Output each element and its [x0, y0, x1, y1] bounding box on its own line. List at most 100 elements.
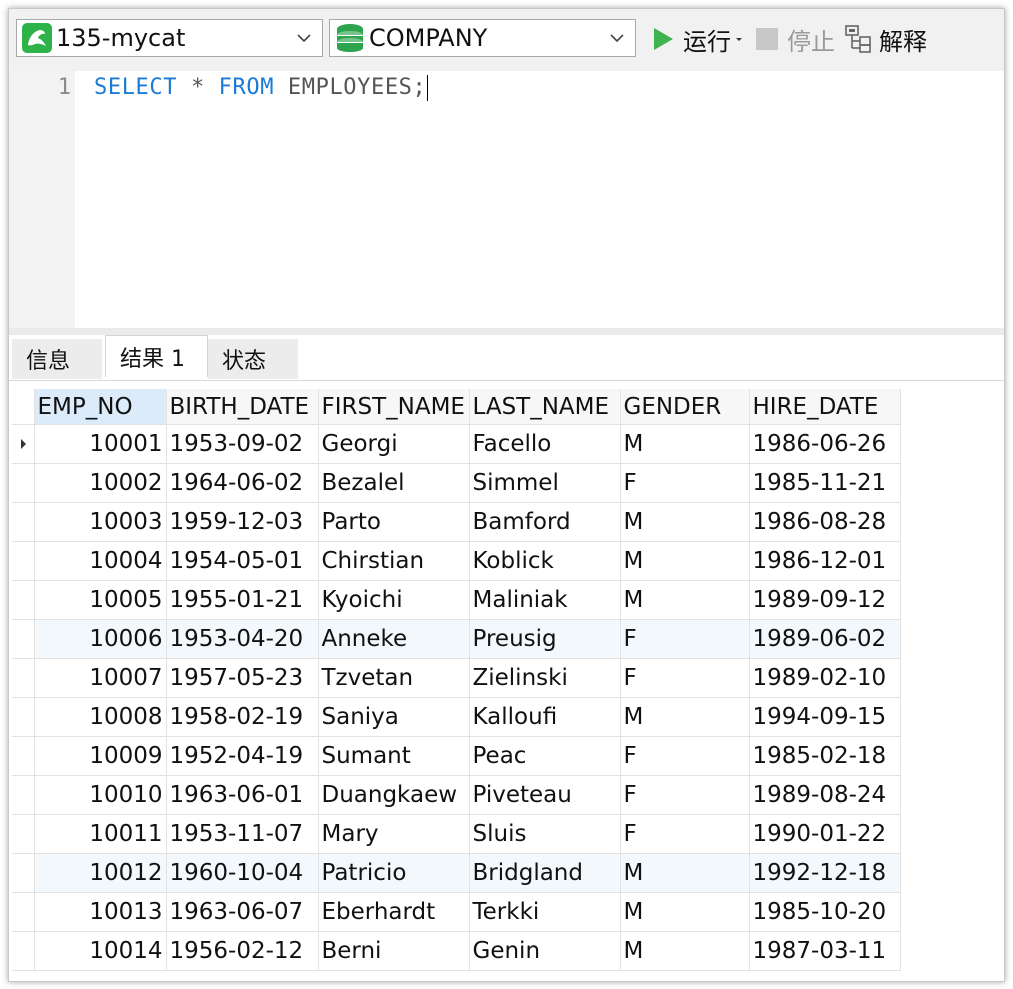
table-cell[interactable]: F: [620, 814, 750, 854]
table-cell[interactable]: Mary: [318, 814, 470, 854]
table-cell[interactable]: Bezalel: [318, 463, 470, 503]
table-cell[interactable]: Koblick: [469, 541, 621, 581]
table-cell[interactable]: Georgi: [318, 424, 470, 464]
tab-status[interactable]: 状态: [208, 339, 298, 379]
table-cell[interactable]: Kalloufi: [469, 697, 621, 737]
table-cell[interactable]: M: [620, 697, 750, 737]
pane-splitter[interactable]: [9, 328, 1004, 335]
table-cell[interactable]: Kyoichi: [318, 580, 470, 620]
column-header[interactable]: FIRST_NAME: [318, 389, 470, 425]
table-cell[interactable]: 10002: [34, 463, 167, 503]
table-row[interactable]: 10006 1953-04-20 Anneke Preusig F 1989-06-02: [12, 619, 901, 659]
row-indicator[interactable]: [12, 424, 35, 464]
table-cell[interactable]: 10003: [34, 502, 167, 542]
column-header[interactable]: EMP_NO: [34, 389, 167, 425]
table-cell[interactable]: Chirstian: [318, 541, 470, 581]
database-select[interactable]: COMPANY: [329, 19, 636, 57]
table-cell[interactable]: Simmel: [469, 463, 621, 503]
table-cell[interactable]: F: [620, 658, 750, 698]
table-cell[interactable]: 10004: [34, 541, 167, 581]
table-row[interactable]: 10011 1953-11-07 Mary Sluis F 1990-01-22: [12, 814, 901, 854]
result-grid[interactable]: EMP_NO BIRTH_DATE FIRST_NAME LAST_NAME G…: [12, 389, 901, 971]
table-cell[interactable]: Piveteau: [469, 775, 621, 815]
table-cell[interactable]: Peac: [469, 736, 621, 776]
table-cell[interactable]: 1989-09-12: [749, 580, 901, 620]
table-cell[interactable]: Maliniak: [469, 580, 621, 620]
tab-info[interactable]: 信息: [12, 339, 102, 379]
table-cell[interactable]: 1985-02-18: [749, 736, 901, 776]
table-cell[interactable]: 1989-02-10: [749, 658, 901, 698]
table-cell[interactable]: Facello: [469, 424, 621, 464]
table-cell[interactable]: Bamford: [469, 502, 621, 542]
sql-code-line[interactable]: SELECT * FROM EMPLOYEES;: [94, 75, 429, 101]
row-indicator[interactable]: [12, 814, 35, 854]
table-cell[interactable]: Berni: [318, 931, 470, 971]
table-cell[interactable]: 1963-06-01: [166, 775, 319, 815]
table-cell[interactable]: Patricio: [318, 853, 470, 893]
table-cell[interactable]: Tzvetan: [318, 658, 470, 698]
column-header[interactable]: GENDER: [620, 389, 750, 425]
table-cell[interactable]: 1953-11-07: [166, 814, 319, 854]
row-indicator[interactable]: [12, 736, 35, 776]
table-cell[interactable]: 1957-05-23: [166, 658, 319, 698]
table-row[interactable]: 10012 1960-10-04 Patricio Bridgland M 1992-12…: [12, 853, 901, 893]
table-cell[interactable]: 10010: [34, 775, 167, 815]
table-cell[interactable]: M: [620, 853, 750, 893]
column-header[interactable]: HIRE_DATE: [749, 389, 901, 425]
table-cell[interactable]: F: [620, 775, 750, 815]
row-indicator[interactable]: [12, 892, 35, 932]
table-cell[interactable]: 1964-06-02: [166, 463, 319, 503]
table-cell[interactable]: Anneke: [318, 619, 470, 659]
table-cell[interactable]: 1990-01-22: [749, 814, 901, 854]
table-cell[interactable]: 1986-12-01: [749, 541, 901, 581]
table-cell[interactable]: 10001: [34, 424, 167, 464]
table-cell[interactable]: 1989-08-24: [749, 775, 901, 815]
row-indicator[interactable]: [12, 931, 35, 971]
row-indicator[interactable]: [12, 775, 35, 815]
row-indicator[interactable]: [12, 619, 35, 659]
table-cell[interactable]: Saniya: [318, 697, 470, 737]
chevron-down-icon[interactable]: [734, 34, 744, 44]
table-cell[interactable]: 10009: [34, 736, 167, 776]
table-cell[interactable]: 1959-12-03: [166, 502, 319, 542]
table-cell[interactable]: 1994-09-15: [749, 697, 901, 737]
table-cell[interactable]: 10011: [34, 814, 167, 854]
table-cell[interactable]: 10008: [34, 697, 167, 737]
table-cell[interactable]: 1986-06-26: [749, 424, 901, 464]
table-cell[interactable]: M: [620, 541, 750, 581]
row-indicator[interactable]: [12, 658, 35, 698]
row-indicator[interactable]: [12, 502, 35, 542]
row-indicator[interactable]: [12, 580, 35, 620]
table-cell[interactable]: 1963-06-07: [166, 892, 319, 932]
table-cell[interactable]: 10007: [34, 658, 167, 698]
table-cell[interactable]: Zielinski: [469, 658, 621, 698]
table-row[interactable]: 10001 1953-09-02 Georgi Facello M 1986-06-26: [12, 424, 901, 464]
table-row[interactable]: 10004 1954-05-01 Chirstian Koblick M 1986-12-…: [12, 541, 901, 581]
table-cell[interactable]: Terkki: [469, 892, 621, 932]
sql-editor[interactable]: 1 SELECT * FROM EMPLOYEES;: [9, 71, 1004, 328]
table-cell[interactable]: M: [620, 502, 750, 542]
column-header[interactable]: LAST_NAME: [469, 389, 621, 425]
table-cell[interactable]: 1989-06-02: [749, 619, 901, 659]
table-cell[interactable]: 1986-08-28: [749, 502, 901, 542]
table-cell[interactable]: 10014: [34, 931, 167, 971]
table-cell[interactable]: 1960-10-04: [166, 853, 319, 893]
table-row[interactable]: 10005 1955-01-21 Kyoichi Maliniak M 1989-09-1…: [12, 580, 901, 620]
row-indicator[interactable]: [12, 463, 35, 503]
table-cell[interactable]: Bridgland: [469, 853, 621, 893]
table-cell[interactable]: 10013: [34, 892, 167, 932]
table-cell[interactable]: Preusig: [469, 619, 621, 659]
table-cell[interactable]: 1952-04-19: [166, 736, 319, 776]
table-cell[interactable]: F: [620, 463, 750, 503]
table-cell[interactable]: Sumant: [318, 736, 470, 776]
table-cell[interactable]: 1954-05-01: [166, 541, 319, 581]
column-header[interactable]: BIRTH_DATE: [166, 389, 319, 425]
table-cell[interactable]: 1958-02-19: [166, 697, 319, 737]
table-row[interactable]: 10008 1958-02-19 Saniya Kalloufi M 1994-09-15: [12, 697, 901, 737]
table-cell[interactable]: Eberhardt: [318, 892, 470, 932]
table-cell[interactable]: 1992-12-18: [749, 853, 901, 893]
table-cell[interactable]: 1953-04-20: [166, 619, 319, 659]
table-cell[interactable]: 1955-01-21: [166, 580, 319, 620]
table-cell[interactable]: Parto: [318, 502, 470, 542]
table-cell[interactable]: 1985-10-20: [749, 892, 901, 932]
